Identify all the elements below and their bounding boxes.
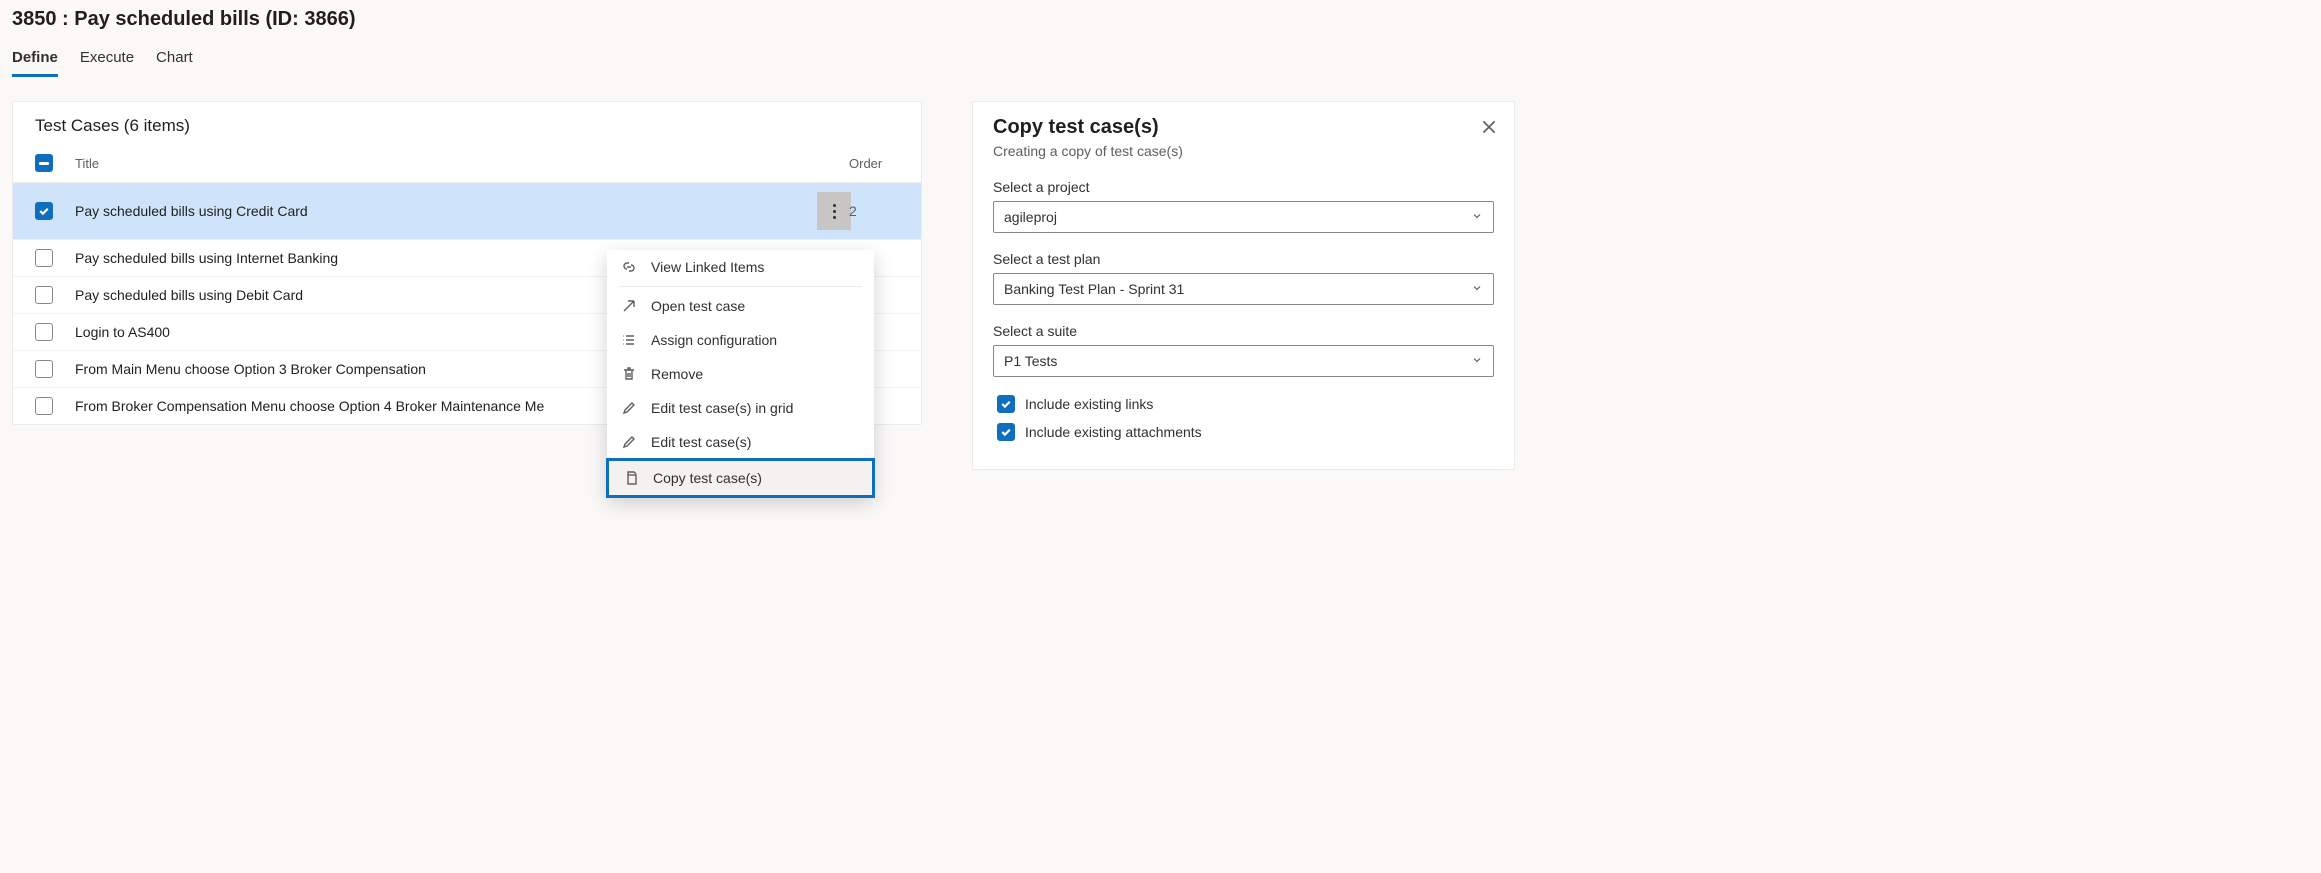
context-menu: View Linked Items Open test case Assign … [607, 250, 874, 497]
include-attachments-checkbox[interactable] [997, 423, 1015, 441]
chevron-down-icon [1471, 281, 1483, 297]
menu-label: Open test case [651, 298, 745, 314]
menu-edit-test-cases-grid[interactable]: Edit test case(s) in grid [607, 391, 874, 425]
open-icon [621, 298, 637, 314]
edit-icon [621, 400, 637, 416]
menu-view-linked-items[interactable]: View Linked Items [607, 250, 874, 284]
list-icon [621, 332, 637, 348]
row-checkbox[interactable] [35, 360, 53, 378]
column-order[interactable]: Order [849, 156, 899, 171]
menu-open-test-case[interactable]: Open test case [607, 289, 874, 323]
row-checkbox[interactable] [35, 202, 53, 220]
close-button[interactable] [1480, 118, 1498, 139]
more-actions-button[interactable] [817, 192, 851, 230]
project-label: Select a project [993, 179, 1494, 195]
menu-label: View Linked Items [651, 259, 764, 275]
include-links-label: Include existing links [1025, 396, 1153, 412]
menu-label: Edit test case(s) [651, 434, 751, 450]
row-checkbox[interactable] [35, 323, 53, 341]
column-title[interactable]: Title [75, 156, 849, 171]
menu-label: Assign configuration [651, 332, 777, 348]
link-icon [621, 259, 637, 275]
chevron-down-icon [1471, 353, 1483, 369]
close-icon [1480, 118, 1498, 136]
menu-label: Edit test case(s) in grid [651, 400, 793, 416]
menu-label: Remove [651, 366, 703, 382]
kebab-icon [833, 204, 836, 219]
row-order: 2 [849, 203, 899, 219]
row-checkbox[interactable] [35, 249, 53, 267]
menu-remove[interactable]: Remove [607, 357, 874, 391]
plan-select[interactable]: Banking Test Plan - Sprint 31 [993, 273, 1494, 305]
row-checkbox[interactable] [35, 286, 53, 304]
menu-assign-configuration[interactable]: Assign configuration [607, 323, 874, 357]
suite-value: P1 Tests [1004, 353, 1057, 369]
project-select[interactable]: agileproj [993, 201, 1494, 233]
menu-copy-test-cases[interactable]: Copy test case(s) [606, 458, 875, 498]
table-row[interactable]: Pay scheduled bills using Credit Card 2 [13, 183, 921, 240]
menu-edit-test-cases[interactable]: Edit test case(s) [607, 425, 874, 459]
plan-label: Select a test plan [993, 251, 1494, 267]
test-cases-card: Test Cases (6 items) Title Order Pay sch… [12, 101, 922, 425]
panel-subtitle: Creating a copy of test case(s) [993, 143, 1494, 159]
tabs: Define Execute Chart [12, 49, 2309, 77]
suite-select[interactable]: P1 Tests [993, 345, 1494, 377]
trash-icon [621, 366, 637, 382]
project-value: agileproj [1004, 209, 1057, 225]
copy-icon [623, 470, 639, 486]
chevron-down-icon [1471, 209, 1483, 225]
test-cases-title: Test Cases (6 items) [13, 102, 921, 148]
suite-label: Select a suite [993, 323, 1494, 339]
edit-icon [621, 434, 637, 450]
tab-define[interactable]: Define [12, 49, 58, 77]
copy-test-cases-panel: Copy test case(s) Creating a copy of tes… [972, 101, 1515, 470]
row-title[interactable]: Pay scheduled bills using Credit Card [75, 203, 817, 219]
select-all-checkbox[interactable] [35, 154, 53, 172]
plan-value: Banking Test Plan - Sprint 31 [1004, 281, 1184, 297]
menu-label: Copy test case(s) [653, 470, 762, 486]
tab-execute[interactable]: Execute [80, 49, 134, 77]
table-header: Title Order [13, 148, 921, 183]
menu-separator [619, 286, 862, 287]
include-attachments-label: Include existing attachments [1025, 424, 1202, 440]
tab-chart[interactable]: Chart [156, 49, 193, 77]
include-links-checkbox[interactable] [997, 395, 1015, 413]
panel-title: Copy test case(s) [993, 116, 1494, 139]
page-title: 3850 : Pay scheduled bills (ID: 3866) [12, 8, 2309, 31]
row-checkbox[interactable] [35, 397, 53, 415]
